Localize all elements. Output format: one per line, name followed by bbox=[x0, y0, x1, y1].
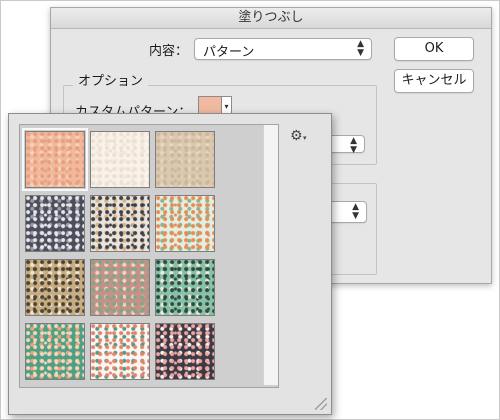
updown-arrow-icon: ▲ ▼ bbox=[350, 136, 357, 155]
cancel-button[interactable]: キャンセル bbox=[394, 69, 474, 93]
pattern-tile-mint-floral[interactable] bbox=[155, 259, 215, 316]
updown-arrow-icon: ▲ ▼ bbox=[357, 39, 364, 58]
pattern-tile-white-dark-floral[interactable] bbox=[90, 195, 150, 252]
pattern-scrollbar[interactable] bbox=[263, 125, 278, 385]
pattern-tile-cream-floral[interactable] bbox=[90, 131, 150, 188]
pattern-tile-teal-floral[interactable] bbox=[25, 323, 85, 380]
pattern-tile-white-red-floral[interactable] bbox=[90, 323, 150, 380]
pattern-tile-peach-floral[interactable] bbox=[22, 128, 88, 191]
pattern-tile-charcoal-floral[interactable] bbox=[155, 323, 215, 380]
gear-icon[interactable]: ⚙ bbox=[290, 129, 303, 143]
pattern-tile-brown-floral[interactable] bbox=[25, 259, 85, 316]
ok-button[interactable]: OK bbox=[394, 37, 474, 61]
resize-handle-icon[interactable] bbox=[315, 398, 327, 410]
content-select[interactable]: パターン ▲ ▼ bbox=[194, 38, 372, 60]
dialog-title: 塗りつぶし bbox=[51, 8, 491, 29]
pattern-grid bbox=[19, 124, 279, 388]
pattern-tile-navy-floral[interactable] bbox=[25, 195, 85, 252]
options-legend: オプション bbox=[73, 70, 149, 89]
chevron-down-icon[interactable]: ▾ bbox=[303, 134, 307, 142]
content-select-value: パターン bbox=[203, 45, 255, 60]
pattern-tile-white-orange-floral[interactable] bbox=[155, 195, 215, 252]
content-label: 内容： bbox=[149, 44, 189, 59]
updown-arrow-icon: ▲ ▼ bbox=[352, 202, 359, 221]
pattern-picker-popup: ⚙ ▾ bbox=[8, 113, 332, 415]
pattern-tile-rose-green-floral[interactable] bbox=[90, 259, 150, 316]
pattern-tile-beige-floral[interactable] bbox=[155, 131, 215, 188]
